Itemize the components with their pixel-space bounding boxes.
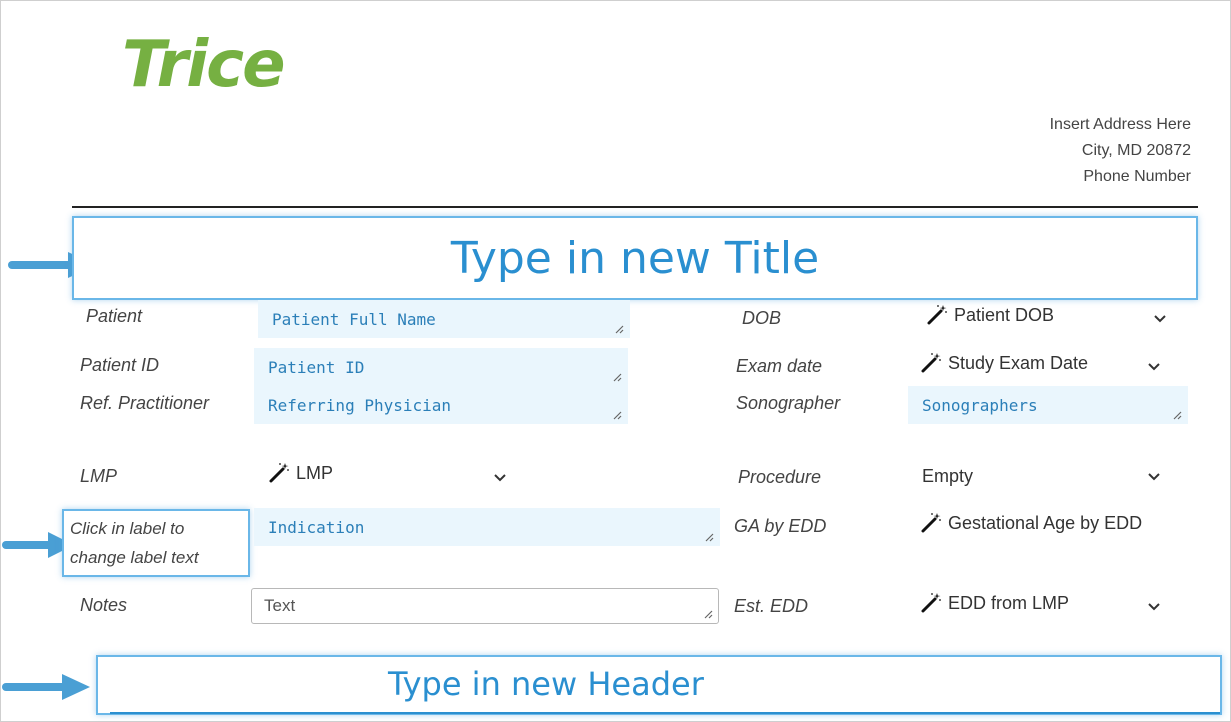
patient-id-field[interactable]: Patient ID xyxy=(254,348,628,386)
practice-address[interactable]: Insert Address Here City, MD 20872 Phone… xyxy=(1050,112,1191,190)
procedure-label[interactable]: Procedure xyxy=(738,467,821,488)
indication-field[interactable]: Indication xyxy=(254,508,720,546)
section-header-field[interactable]: Type in new Header xyxy=(96,655,1222,715)
chevron-down-icon[interactable] xyxy=(1146,359,1162,375)
chevron-down-icon[interactable] xyxy=(1146,599,1162,615)
est-edd-value: EDD from LMP xyxy=(948,592,1070,613)
indication-value: Indication xyxy=(268,517,365,537)
magic-wand-icon xyxy=(921,353,941,373)
chevron-down-icon[interactable] xyxy=(1146,469,1162,485)
lmp-value: LMP xyxy=(296,462,334,483)
patient-label[interactable]: Patient xyxy=(86,306,142,327)
address-line-1: Insert Address Here xyxy=(1049,116,1191,133)
chevron-down-icon[interactable] xyxy=(1152,311,1168,327)
resize-grip-icon[interactable] xyxy=(704,532,714,542)
exam-date-value: Study Exam Date xyxy=(948,352,1089,373)
indication-label-box[interactable]: Click in label to change label text xyxy=(62,509,250,577)
magic-wand-icon xyxy=(921,513,941,533)
exam-date-select[interactable]: Study Exam Date xyxy=(920,352,1088,374)
procedure-select[interactable]: Empty xyxy=(922,466,973,487)
sonographer-field[interactable]: Sonographers xyxy=(908,386,1188,424)
sonographer-label[interactable]: Sonographer xyxy=(736,393,840,414)
est-edd-label[interactable]: Est. EDD xyxy=(734,596,808,617)
dob-value: Patient DOB xyxy=(954,304,1055,325)
patient-name-field[interactable]: Patient Full Name xyxy=(258,300,630,338)
patient-name-value: Patient Full Name xyxy=(272,309,436,329)
header-divider xyxy=(72,206,1198,208)
ga-by-edd-value: Gestational Age by EDD xyxy=(948,512,1143,533)
report-title: Type in new Title xyxy=(450,232,820,284)
sonographer-value: Sonographers xyxy=(922,395,1038,415)
section-header-underline xyxy=(110,712,1220,714)
exam-date-label[interactable]: Exam date xyxy=(736,356,822,377)
ref-practitioner-label[interactable]: Ref. Practitioner xyxy=(80,393,209,414)
patient-id-label[interactable]: Patient ID xyxy=(80,355,159,376)
report-title-field[interactable]: Type in new Title xyxy=(72,216,1198,300)
indication-label-line-2: change label text xyxy=(70,548,199,567)
arrow-right-icon xyxy=(2,674,90,700)
magic-wand-icon xyxy=(921,593,941,613)
notes-label[interactable]: Notes xyxy=(80,595,127,616)
magic-wand-icon xyxy=(269,463,289,483)
resize-grip-icon[interactable] xyxy=(703,609,713,619)
address-line-3: Phone Number xyxy=(1083,168,1191,185)
procedure-value: Empty xyxy=(922,466,974,486)
address-line-2: City, MD 20872 xyxy=(1081,142,1191,159)
lmp-select[interactable]: LMP xyxy=(268,462,333,484)
resize-grip-icon[interactable] xyxy=(1172,410,1182,420)
ga-by-edd-label[interactable]: GA by EDD xyxy=(734,516,826,537)
referring-physician-value: Referring Physician xyxy=(268,395,452,415)
trice-logo: Trice xyxy=(122,28,285,102)
resize-grip-icon[interactable] xyxy=(612,410,622,420)
dob-select[interactable]: Patient DOB xyxy=(926,304,1054,326)
est-edd-select[interactable]: EDD from LMP xyxy=(920,592,1069,614)
lmp-label[interactable]: LMP xyxy=(80,466,117,487)
dob-label[interactable]: DOB xyxy=(742,308,781,329)
notes-value: Text xyxy=(264,596,296,615)
patient-id-value: Patient ID xyxy=(268,357,365,377)
resize-grip-icon[interactable] xyxy=(612,372,622,382)
indication-label-line-1: Click in label to xyxy=(70,519,185,538)
section-header: Type in new Header xyxy=(388,665,704,703)
notes-field[interactable]: Text xyxy=(251,588,719,624)
chevron-down-icon[interactable] xyxy=(492,470,508,486)
ga-by-edd-select[interactable]: Gestational Age by EDD xyxy=(920,512,1142,534)
magic-wand-icon xyxy=(927,305,947,325)
resize-grip-icon[interactable] xyxy=(614,324,624,334)
referring-physician-field[interactable]: Referring Physician xyxy=(254,386,628,424)
